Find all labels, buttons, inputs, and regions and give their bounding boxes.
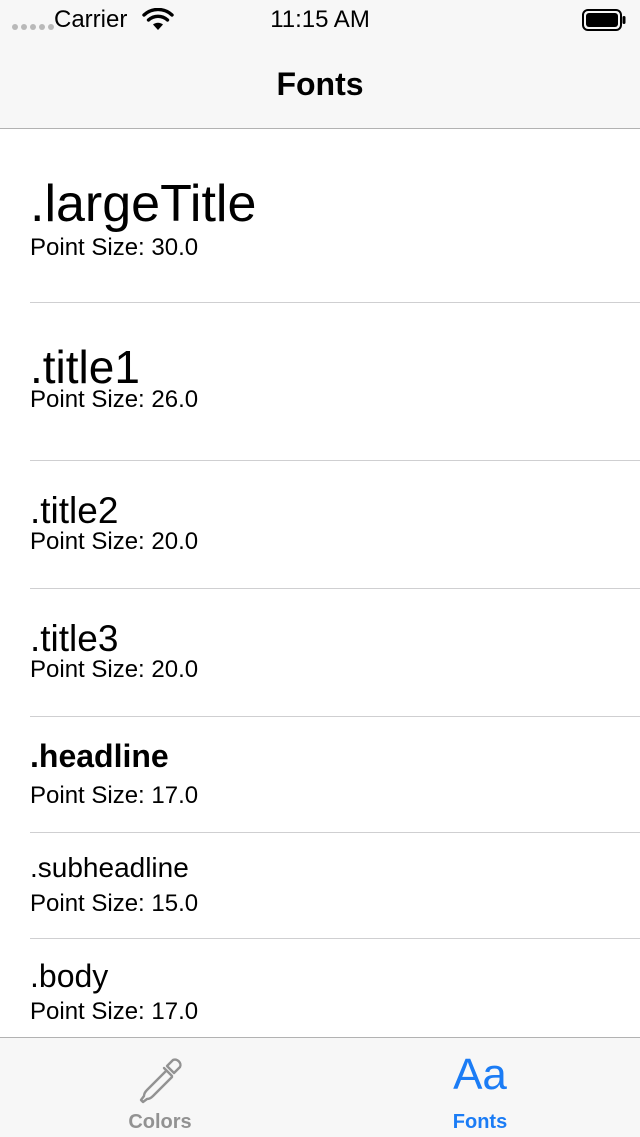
status-bar: Carrier 11:15 AM <box>0 0 640 40</box>
tab-fonts[interactable]: Aa Fonts <box>320 1038 640 1137</box>
wifi-icon <box>142 8 174 30</box>
tab-label: Colors <box>128 1111 192 1133</box>
signal-strength-icon <box>12 24 54 30</box>
font-style-name: .title1 <box>30 341 140 393</box>
font-style-name: .title3 <box>30 618 119 659</box>
list-item[interactable]: .subheadline Point Size: 15.0 <box>0 833 640 939</box>
font-style-name: .headline <box>30 738 169 774</box>
tab-label: Fonts <box>452 1111 508 1133</box>
list-item[interactable]: .title1 Point Size: 26.0 <box>0 303 640 461</box>
list-item[interactable]: .body Point Size: 17.0 <box>0 939 640 1037</box>
font-style-name: .title2 <box>30 490 119 531</box>
eyedropper-icon <box>139 1058 182 1104</box>
point-size-label: Point Size: 17.0 <box>30 782 199 809</box>
point-size-label: Point Size: 15.0 <box>30 890 199 917</box>
point-size-label: Point Size: 30.0 <box>30 234 199 261</box>
point-size-label: Point Size: 20.0 <box>30 528 199 555</box>
list-item[interactable]: .title2 Point Size: 20.0 <box>0 461 640 589</box>
page-title: Fonts <box>276 66 364 102</box>
navigation-bar: Fonts <box>0 40 640 129</box>
carrier-name: Carrier <box>54 6 128 33</box>
battery-icon <box>582 9 626 31</box>
point-size-label: Point Size: 20.0 <box>30 656 199 683</box>
font-style-name: .subheadline <box>30 852 189 883</box>
font-style-list[interactable]: .largeTitle Point Size: 30.0 .title1 Poi… <box>0 129 640 1037</box>
aa-text-icon: Aa <box>453 1050 507 1099</box>
list-item[interactable]: .largeTitle Point Size: 30.0 <box>0 129 640 303</box>
list-item[interactable]: .title3 Point Size: 20.0 <box>0 589 640 717</box>
point-size-label: Point Size: 26.0 <box>30 386 199 413</box>
tab-colors[interactable]: Colors <box>0 1038 320 1137</box>
font-style-name: .body <box>30 958 109 994</box>
point-size-label: Point Size: 17.0 <box>30 998 199 1025</box>
font-style-name: .largeTitle <box>30 175 257 233</box>
tab-bar: Colors Aa Fonts <box>0 1037 640 1137</box>
list-item[interactable]: .headline Point Size: 17.0 <box>0 717 640 833</box>
